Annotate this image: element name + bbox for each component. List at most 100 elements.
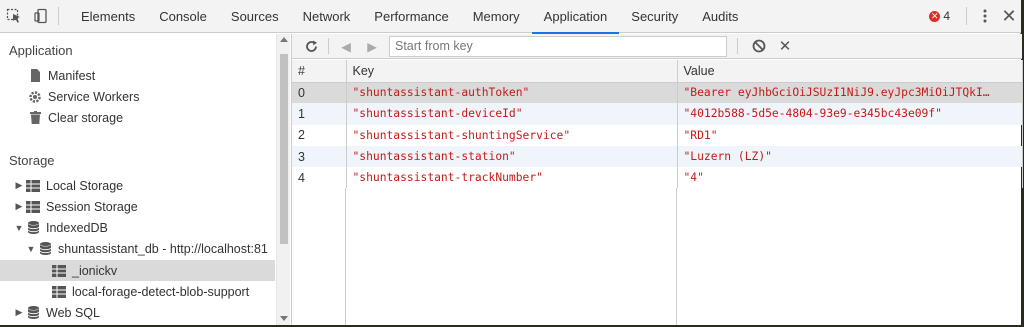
next-page-icon[interactable]: ▶ [359, 34, 385, 59]
row-index: 3 [292, 145, 347, 168]
table-row[interactable]: 2 "shuntassistant-shuntingService" "RD1" [292, 124, 1023, 146]
row-key: "shuntassistant-station" [346, 145, 678, 168]
sidebar-item-label: IndexedDB [46, 220, 108, 235]
object-store-table: # Key Value 0 "shuntassistant-authToken"… [292, 60, 1023, 189]
column-divider [346, 188, 677, 325]
toolbar-divider [328, 38, 329, 54]
tab-audits[interactable]: Audits [690, 0, 750, 33]
sidebar-item-label: Web SQL [46, 305, 100, 320]
device-toolbar-icon[interactable] [27, 0, 54, 33]
sidebar-item-shuntassistant-db[interactable]: ▼ shuntassistant_db - http://localhost:8… [0, 238, 275, 259]
row-key: "shuntassistant-deviceId" [346, 103, 678, 125]
column-divider [292, 188, 346, 325]
sidebar-item-label: Clear storage [48, 110, 124, 125]
row-value: "4012b588-5d5e-4804-93e9-e345bc43e09f" [677, 103, 1023, 125]
row-value: "Bearer eyJhbGciOiJSUzI1NiJ9.eyJpc3MiOiJ… [677, 82, 1023, 104]
table-row[interactable]: 1 "shuntassistant-deviceId" "4012b588-5d… [292, 103, 1023, 125]
table-row[interactable]: 0 "shuntassistant-authToken" "Bearer eyJ… [292, 82, 1023, 104]
section-title-storage: Storage [9, 153, 55, 168]
sidebar-item-local-forage[interactable]: local-forage-detect-blob-support [0, 281, 275, 302]
sidebar-item-label: Session Storage [46, 199, 138, 214]
sidebar-item-label: shuntassistant_db - http://localhost:81 [58, 241, 268, 256]
devtools-tabbar: Elements Console Sources Network Performance… [0, 0, 1021, 34]
trash-icon [28, 111, 42, 125]
scroll-up-arrow-icon[interactable] [280, 37, 288, 42]
row-index: 0 [292, 82, 347, 104]
error-count: 4 [943, 9, 950, 23]
tab-sources[interactable]: Sources [219, 0, 291, 33]
expand-arrow-icon[interactable]: ▶ [14, 307, 24, 318]
sidebar-item-label: Local Storage [46, 178, 124, 193]
inspect-element-icon[interactable] [0, 0, 27, 33]
row-index: 1 [292, 103, 347, 125]
previous-page-icon[interactable]: ◀ [333, 34, 359, 59]
collapse-arrow-icon[interactable]: ▼ [14, 223, 24, 233]
tab-console[interactable]: Console [147, 0, 219, 33]
delete-selected-icon[interactable]: ✕ [772, 34, 798, 59]
sidebar-item-clear-storage[interactable]: Clear storage [0, 107, 275, 128]
clear-object-store-icon[interactable] [746, 34, 772, 59]
sidebar-item-label: Manifest [48, 68, 96, 83]
sidebar-item-label: Service Workers [48, 89, 140, 104]
data-view-toolbar: ◀ ▶ ✕ [292, 34, 1022, 59]
tab-elements[interactable]: Elements [69, 0, 147, 33]
refresh-icon[interactable] [298, 34, 324, 59]
start-from-key-input[interactable] [389, 35, 727, 57]
sidebar-scroll-thumb[interactable] [280, 54, 288, 244]
document-icon [28, 69, 42, 83]
row-index: 2 [292, 124, 347, 146]
sidebar-item-web-sql[interactable]: ▶ Web SQL [0, 302, 275, 323]
close-devtools-icon[interactable]: ✕ [997, 0, 1021, 33]
gear-icon [28, 90, 42, 104]
column-header-value[interactable]: Value [677, 60, 1023, 83]
table-row[interactable]: 3 "shuntassistant-station" "Luzern (LZ)" [292, 145, 1023, 168]
scroll-down-arrow-icon[interactable] [280, 316, 288, 321]
tab-security[interactable]: Security [619, 0, 690, 33]
row-value: "4" [677, 167, 1023, 189]
more-options-icon[interactable] [973, 0, 997, 33]
error-icon: ✕ [929, 10, 941, 22]
sidebar-item-session-storage[interactable]: ▶ Session Storage [0, 196, 275, 217]
tabbar-divider-right [966, 7, 967, 25]
row-key: "shuntassistant-shuntingService" [346, 124, 678, 146]
grid-icon [26, 179, 40, 193]
sidebar-item-service-workers[interactable]: Service Workers [0, 86, 275, 107]
application-sidebar: Application Manifest Service Workers Cle… [0, 34, 275, 325]
table-row[interactable]: 4 "shuntassistant-trackNumber" "4" [292, 167, 1023, 189]
tab-network[interactable]: Network [291, 0, 363, 33]
expand-arrow-icon[interactable]: ▶ [14, 180, 24, 191]
error-counter[interactable]: ✕ 4 [929, 9, 950, 23]
database-icon [26, 221, 40, 235]
collapse-arrow-icon[interactable]: ▼ [26, 244, 36, 254]
sidebar-item-label: local-forage-detect-blob-support [72, 284, 250, 299]
column-header-key[interactable]: Key [346, 60, 678, 83]
sidebar-item-ionickv[interactable]: _ionickv [0, 260, 275, 281]
section-title-application: Application [9, 43, 73, 58]
tab-list: Elements Console Sources Network Performance… [69, 0, 750, 34]
toolbar-divider [737, 38, 738, 54]
database-icon [26, 306, 40, 320]
sidebar-item-manifest[interactable]: Manifest [0, 65, 275, 86]
sidebar-item-local-storage[interactable]: ▶ Local Storage [0, 175, 275, 196]
sidebar-item-label: _ionickv [72, 263, 118, 278]
tab-application[interactable]: Application [531, 0, 620, 34]
grid-icon [26, 200, 40, 214]
sidebar-scrollbar[interactable] [276, 34, 290, 325]
tab-memory[interactable]: Memory [461, 0, 532, 33]
grid-icon [52, 264, 66, 278]
row-key: "shuntassistant-authToken" [346, 82, 678, 104]
row-index: 4 [292, 167, 347, 189]
grid-icon [52, 285, 66, 299]
tab-performance[interactable]: Performance [362, 0, 460, 33]
tabbar-divider [58, 7, 59, 25]
row-key: "shuntassistant-trackNumber" [346, 167, 678, 189]
row-value: "RD1" [677, 124, 1023, 146]
indexeddb-data-view: ◀ ▶ ✕ # Key Value [291, 34, 1023, 325]
sidebar-item-indexeddb[interactable]: ▼ IndexedDB [0, 217, 275, 238]
table-header-row: # Key Value [292, 60, 1023, 83]
column-header-index[interactable]: # [292, 60, 347, 83]
database-icon [38, 242, 52, 256]
expand-arrow-icon[interactable]: ▶ [14, 201, 24, 212]
row-value: "Luzern (LZ)" [677, 145, 1023, 168]
devtools-window: Elements Console Sources Network Performance… [0, 0, 1023, 325]
